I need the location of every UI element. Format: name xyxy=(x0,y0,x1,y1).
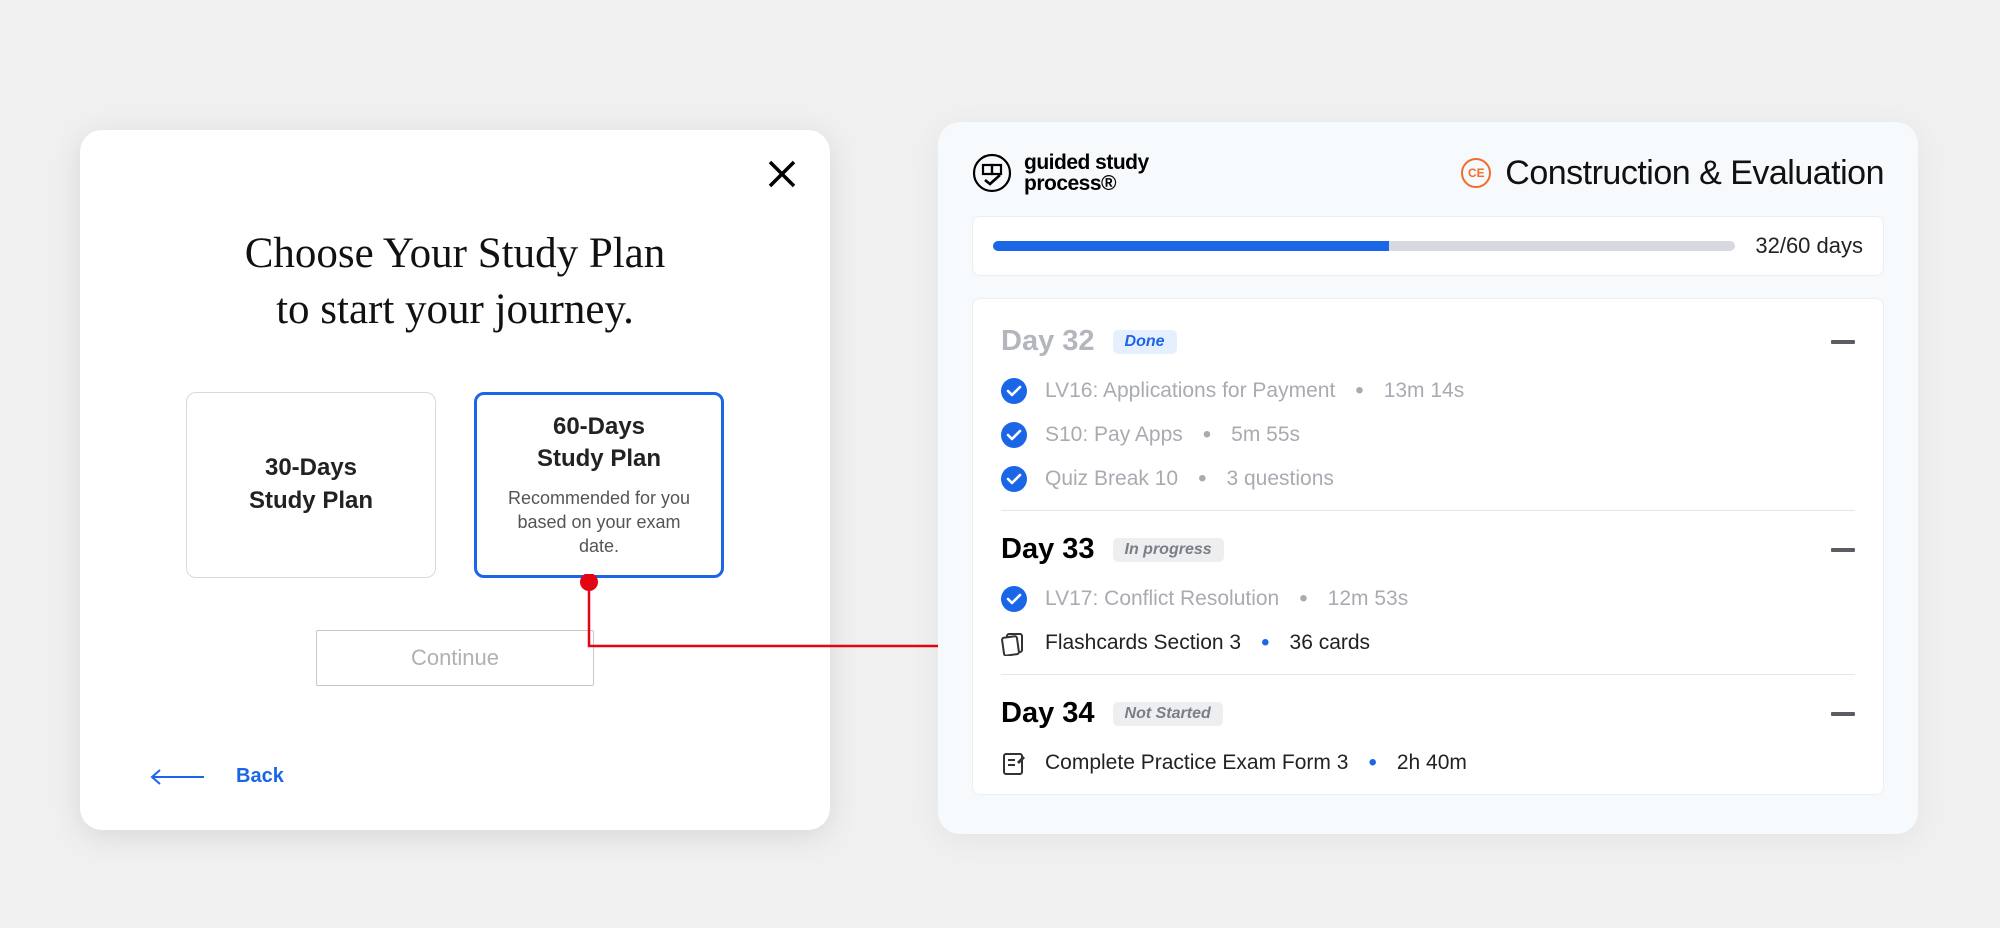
arrow-left-icon xyxy=(150,768,206,786)
day-block: Day 33 In progress LV17: Conflict Resoluti… xyxy=(1001,511,1855,675)
day-block: Day 34 Not Started Complete Practice Exam … xyxy=(1001,675,1855,794)
collapse-icon xyxy=(1831,340,1855,344)
task-label: Complete Practice Exam Form 3 xyxy=(1045,751,1348,775)
study-plan-panel: guided study process® CE Construction & … xyxy=(938,122,1918,834)
task-row[interactable]: LV17: Conflict Resolution•12m 53s xyxy=(1001,586,1855,612)
task-row[interactable]: S10: Pay Apps•5m 55s xyxy=(1001,422,1855,448)
check-circle-icon xyxy=(1001,378,1027,404)
task-label: Quiz Break 10 xyxy=(1045,467,1178,491)
check-circle-icon xyxy=(1001,422,1027,448)
day-block: Day 32 Done LV16: Applications for Payment… xyxy=(1001,303,1855,511)
continue-button[interactable]: Continue xyxy=(316,630,594,686)
status-pill: Done xyxy=(1113,330,1177,354)
ce-badge-icon: CE xyxy=(1461,158,1491,188)
progress-fill xyxy=(993,241,1389,251)
task-row[interactable]: Complete Practice Exam Form 3•2h 40m xyxy=(1001,750,1855,776)
brand-logo: guided study process® xyxy=(972,152,1149,194)
task-label: Flashcards Section 3 xyxy=(1045,631,1241,655)
back-label: Back xyxy=(236,765,284,788)
close-icon xyxy=(767,159,797,189)
check-circle-icon xyxy=(1001,466,1027,492)
collapse-icon xyxy=(1831,712,1855,716)
task-label: LV16: Applications for Payment xyxy=(1045,379,1335,403)
task-meta: 5m 55s xyxy=(1231,423,1300,447)
day-header[interactable]: Day 33 In progress xyxy=(1001,533,1855,566)
modal-heading: Choose Your Study Plan to start your jou… xyxy=(150,226,760,338)
task-row[interactable]: LV16: Applications for Payment•13m 14s xyxy=(1001,378,1855,404)
plan-option-30[interactable]: 30-Days Study Plan xyxy=(186,392,436,578)
task-meta: 36 cards xyxy=(1290,631,1371,655)
task-label: S10: Pay Apps xyxy=(1045,423,1183,447)
task-meta: 12m 53s xyxy=(1328,587,1409,611)
task-label: LV17: Conflict Resolution xyxy=(1045,587,1279,611)
choose-plan-modal: Choose Your Study Plan to start your jou… xyxy=(80,130,830,830)
day-title: Day 34 xyxy=(1001,697,1095,730)
check-circle-icon xyxy=(1001,586,1027,612)
day-header[interactable]: Day 34 Not Started xyxy=(1001,697,1855,730)
close-button[interactable] xyxy=(760,152,804,196)
section-title: Construction & Evaluation xyxy=(1505,154,1884,193)
collapse-icon xyxy=(1831,548,1855,552)
task-meta: 13m 14s xyxy=(1384,379,1465,403)
task-meta: 2h 40m xyxy=(1397,751,1467,775)
status-pill: In progress xyxy=(1113,538,1224,562)
task-row[interactable]: Flashcards Section 3•36 cards xyxy=(1001,630,1855,656)
task-row[interactable]: Quiz Break 10•3 questions xyxy=(1001,466,1855,492)
day-title: Day 32 xyxy=(1001,325,1095,358)
flashcards-icon xyxy=(1001,630,1027,656)
exam-icon xyxy=(1001,750,1027,776)
status-pill: Not Started xyxy=(1113,702,1223,726)
progress-bar: 32/60 days xyxy=(972,216,1884,276)
task-meta: 3 questions xyxy=(1226,467,1333,491)
day-header[interactable]: Day 32 Done xyxy=(1001,325,1855,358)
progress-label: 32/60 days xyxy=(1755,233,1863,259)
day-title: Day 33 xyxy=(1001,533,1095,566)
plan-option-60[interactable]: 60-Days Study Plan Recommended for you b… xyxy=(474,392,724,578)
gsp-logo-icon xyxy=(972,153,1012,193)
back-button[interactable]: Back xyxy=(150,765,284,788)
